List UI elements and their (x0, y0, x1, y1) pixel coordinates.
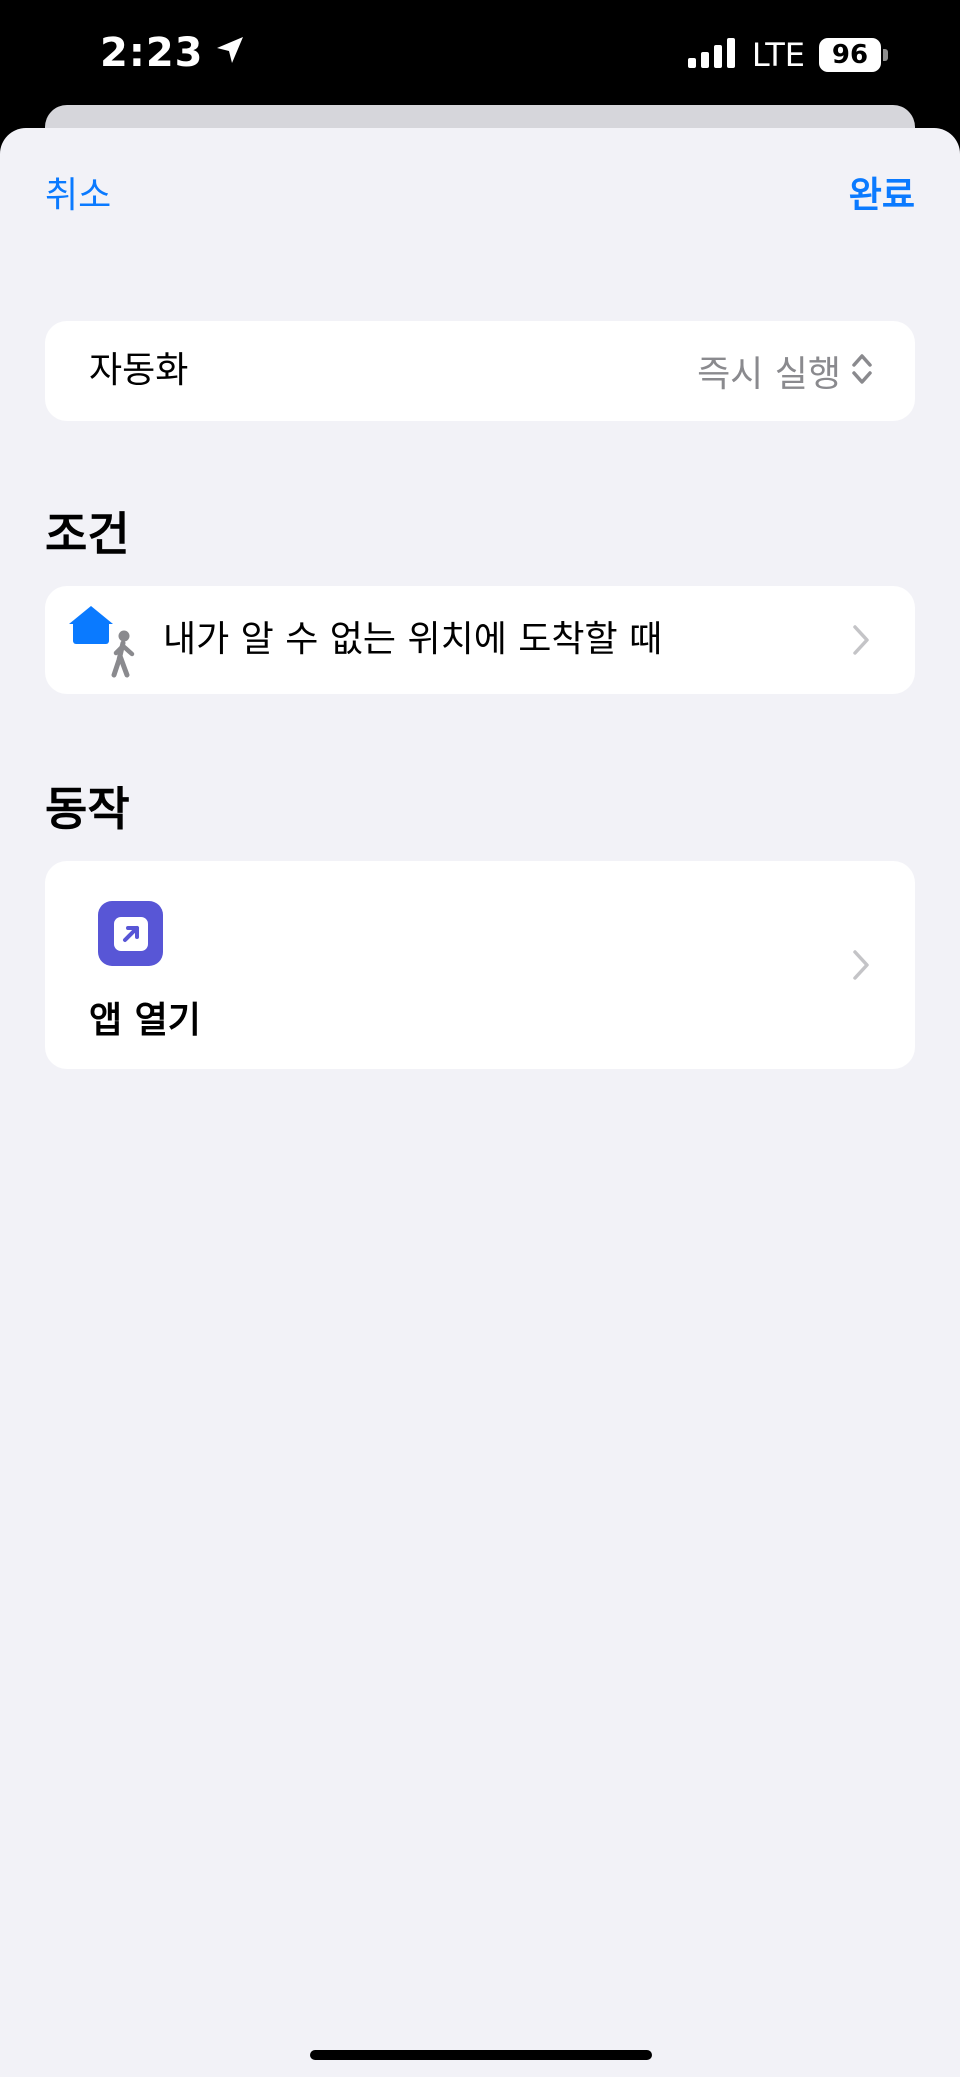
condition-label: 내가 알 수 없는 위치에 도착할 때 (163, 619, 663, 660)
battery-tip (883, 49, 888, 61)
chevron-up-down-icon (851, 352, 873, 390)
status-time-group: 2:23 (100, 30, 246, 76)
chevron-right-icon (851, 948, 871, 982)
automation-value: 즉시 실행 (697, 354, 841, 395)
status-time: 2:23 (100, 30, 204, 76)
automation-value-picker[interactable]: 즉시 실행 (697, 321, 873, 421)
location-arrow-icon (214, 30, 246, 76)
chevron-right-icon (851, 623, 871, 657)
actions-heading: 동작 (45, 782, 130, 836)
status-indicators: LTE 96 (687, 36, 888, 74)
network-type: LTE (751, 36, 805, 74)
cancel-button[interactable]: 취소 (45, 166, 111, 218)
automation-row[interactable]: 자동화 즉시 실행 (45, 321, 915, 421)
home-person-icon (67, 602, 139, 678)
conditions-heading: 조건 (45, 507, 130, 561)
status-bar: 2:23 LTE 96 (0, 0, 960, 110)
action-row[interactable]: 앱 열기 (45, 861, 915, 1069)
battery-icon: 96 (819, 38, 888, 72)
cellular-signal-icon (687, 38, 738, 72)
action-label: 앱 열기 (89, 1000, 201, 1041)
home-indicator[interactable] (310, 2050, 652, 2060)
automation-sheet: 취소 완료 자동화 즉시 실행 조건 내가 알 수 없는 위치에 도착할 때 동… (0, 128, 960, 2077)
open-app-icon (98, 901, 163, 966)
done-button[interactable]: 완료 (849, 166, 915, 218)
automation-label: 자동화 (89, 350, 189, 391)
battery-level: 96 (819, 38, 881, 72)
condition-row[interactable]: 내가 알 수 없는 위치에 도착할 때 (45, 586, 915, 694)
